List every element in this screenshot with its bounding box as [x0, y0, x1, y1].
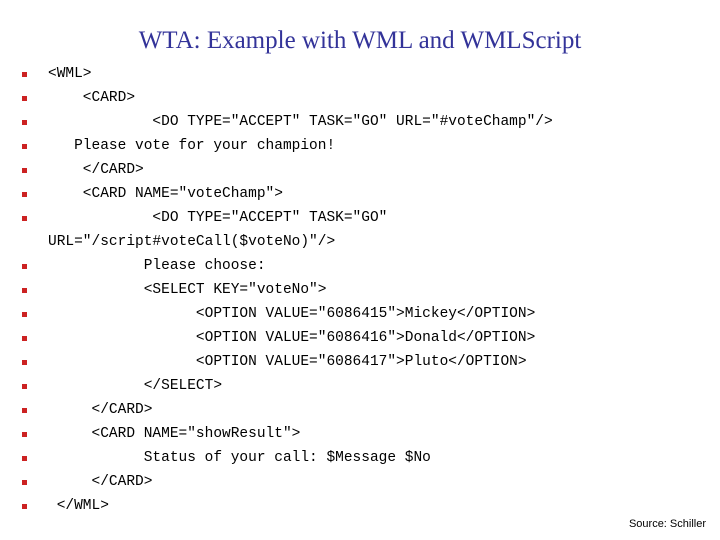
code-line-text: </WML>	[48, 498, 109, 514]
code-line: </WML>	[0, 494, 720, 518]
square-bullet-icon	[22, 456, 27, 461]
square-bullet-icon	[22, 72, 27, 77]
square-bullet-icon	[22, 432, 27, 437]
code-line: Status of your call: $Message $No	[0, 446, 720, 470]
code-line-text: <OPTION VALUE="6086416">Donald</OPTION>	[48, 330, 536, 346]
code-listing: <WML> <CARD> <DO TYPE="ACCEPT" TASK="GO"…	[0, 62, 720, 518]
code-line-text: <CARD>	[48, 90, 136, 106]
code-line: </CARD>	[0, 470, 720, 494]
code-line-text: <OPTION VALUE="6086417">Pluto</OPTION>	[48, 354, 527, 370]
code-line-text: <DO TYPE="ACCEPT" TASK="GO" URL="#voteCh…	[48, 114, 553, 130]
code-line-text: </CARD>	[48, 402, 153, 418]
code-line: <OPTION VALUE="6086417">Pluto</OPTION>	[0, 350, 720, 374]
square-bullet-icon	[22, 288, 27, 293]
code-line: URL="/script#voteCall($voteNo)"/>	[0, 230, 720, 254]
code-line-text: <CARD NAME="voteChamp">	[48, 186, 283, 202]
code-line-text: Please vote for your champion!	[48, 138, 336, 154]
square-bullet-icon	[22, 264, 27, 269]
square-bullet-icon	[22, 168, 27, 173]
square-bullet-icon	[22, 504, 27, 509]
code-line-text: <OPTION VALUE="6086415">Mickey</OPTION>	[48, 306, 536, 322]
code-line: <WML>	[0, 62, 720, 86]
code-line-text: URL="/script#voteCall($voteNo)"/>	[48, 234, 336, 250]
code-line-text: </CARD>	[48, 162, 144, 178]
square-bullet-icon	[22, 336, 27, 341]
page-title: WTA: Example with WML and WMLScript	[138, 27, 582, 54]
source-attribution: Source: Schiller	[628, 518, 706, 530]
square-bullet-icon	[22, 96, 27, 101]
code-line-text: <SELECT KEY="voteNo">	[48, 282, 327, 298]
square-bullet-icon	[22, 120, 27, 125]
square-bullet-icon	[22, 192, 27, 197]
slide-canvas: WTA: Example with WML and WMLScript <WML…	[0, 0, 720, 540]
code-line: </SELECT>	[0, 374, 720, 398]
code-line: <DO TYPE="ACCEPT" TASK="GO"	[0, 206, 720, 230]
square-bullet-icon	[22, 312, 27, 317]
code-line-text: </CARD>	[48, 474, 153, 490]
code-line: <CARD NAME="voteChamp">	[0, 182, 720, 206]
code-line: </CARD>	[0, 158, 720, 182]
code-line-text: <DO TYPE="ACCEPT" TASK="GO"	[48, 210, 388, 226]
code-line: Please vote for your champion!	[0, 134, 720, 158]
square-bullet-icon	[22, 408, 27, 413]
code-line: <SELECT KEY="voteNo">	[0, 278, 720, 302]
code-line: Please choose:	[0, 254, 720, 278]
code-line: <OPTION VALUE="6086416">Donald</OPTION>	[0, 326, 720, 350]
square-bullet-icon	[22, 480, 27, 485]
square-bullet-icon	[22, 384, 27, 389]
code-line-text: Status of your call: $Message $No	[48, 450, 431, 466]
code-line: <CARD NAME="showResult">	[0, 422, 720, 446]
square-bullet-icon	[22, 144, 27, 149]
code-line: <CARD>	[0, 86, 720, 110]
square-bullet-icon	[22, 216, 27, 221]
code-line-text: <WML>	[48, 66, 92, 82]
code-line-text: Please choose:	[48, 258, 266, 274]
code-line: <OPTION VALUE="6086415">Mickey</OPTION>	[0, 302, 720, 326]
code-line-text: <CARD NAME="showResult">	[48, 426, 301, 442]
code-line: <DO TYPE="ACCEPT" TASK="GO" URL="#voteCh…	[0, 110, 720, 134]
code-line-text: </SELECT>	[48, 378, 223, 394]
code-line: </CARD>	[0, 398, 720, 422]
square-bullet-icon	[22, 360, 27, 365]
